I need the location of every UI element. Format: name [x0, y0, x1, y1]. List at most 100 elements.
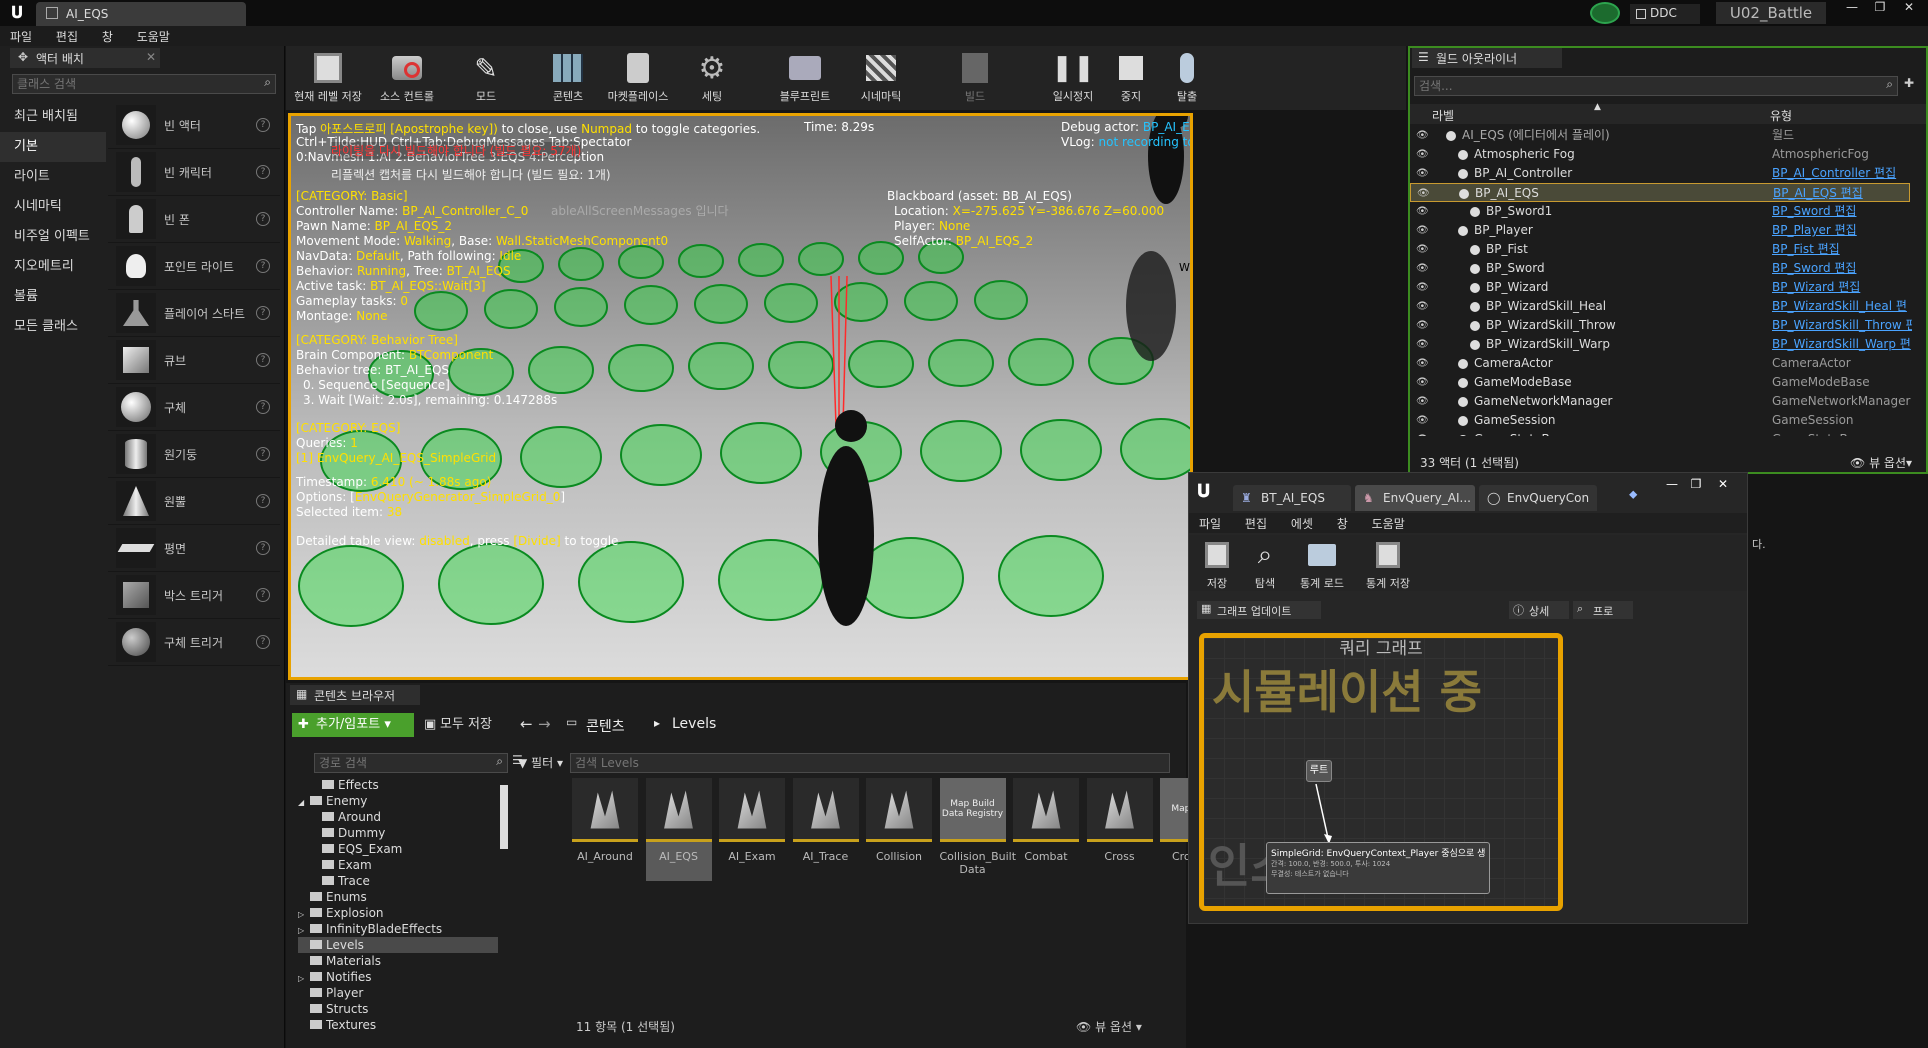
visibility-eye-icon[interactable]: 👁	[1416, 316, 1429, 335]
panel-close-icon[interactable]: ✕	[146, 50, 156, 64]
outliner-row[interactable]: 👁 GameNetworkManager GameNetworkManager	[1410, 392, 1910, 411]
menu-help[interactable]: 도움말	[1362, 513, 1415, 534]
tab-envquery-context[interactable]: ◯ EnvQueryCon	[1479, 485, 1597, 511]
folder-tree-item[interactable]: Dummy	[298, 825, 498, 841]
path-root[interactable]: 콘텐츠	[586, 716, 625, 736]
close-button[interactable]: ✕	[1894, 0, 1924, 18]
place-panel-tab[interactable]: ✥ 액터 배치 ✕	[10, 48, 160, 68]
asset-tile[interactable]: Map Build Data Registry Collision_Built D…	[939, 778, 1016, 876]
menu-file[interactable]: 파일	[1189, 513, 1231, 534]
visibility-eye-icon[interactable]: 👁	[1416, 354, 1429, 373]
marketplace-button[interactable]: 마켓플레이스	[600, 50, 676, 108]
asset-tile[interactable]: Combat	[1013, 778, 1079, 863]
visibility-eye-icon[interactable]: 👁	[1416, 411, 1429, 430]
path-search-box[interactable]: ⌕	[314, 753, 508, 773]
actor-box-trigger[interactable]: 박스 트리거?	[108, 572, 280, 619]
category-basic[interactable]: 기본	[0, 132, 106, 162]
visibility-eye-icon[interactable]: 👁	[1416, 202, 1429, 221]
folder-tree-item[interactable]: ▷ InfinityBladeEffects	[298, 921, 498, 937]
visibility-eye-icon[interactable]: 👁	[1416, 240, 1429, 259]
folder-tree-item[interactable]: Around	[298, 809, 498, 825]
outliner-row[interactable]: 👁 BP_Player BP_Player 편집	[1410, 221, 1910, 240]
cb-view-options[interactable]: 👁 뷰 옵션 ▾	[1076, 1018, 1142, 1035]
source-control-button[interactable]: 소스 컨트롤	[372, 50, 442, 108]
outliner-row[interactable]: 👁 BP_WizardSkill_Throw BP_WizardSkill_Thro…	[1410, 316, 1912, 335]
visibility-eye-icon[interactable]: 👁	[1416, 126, 1429, 145]
help-icon[interactable]: ?	[256, 212, 270, 226]
actor-cone[interactable]: 원뿔?	[108, 478, 280, 525]
category-volumes[interactable]: 볼륨	[0, 282, 106, 312]
maximize-button[interactable]: ❐	[1685, 477, 1707, 493]
back-arrow-icon[interactable]: ←	[520, 715, 533, 733]
outliner-row[interactable]: 👁 BP_AI_EQS BP_AI_EQS 편집	[1410, 183, 1910, 202]
visibility-eye-icon[interactable]: 👁	[1416, 430, 1429, 436]
outliner-row[interactable]: 👁 GameSession GameSession	[1410, 411, 1910, 430]
category-geometry[interactable]: 지오메트리	[0, 252, 106, 282]
folder-tree-item[interactable]: Structs	[298, 1001, 498, 1017]
visibility-eye-icon[interactable]: 👁	[1416, 392, 1429, 411]
folder-tree-item[interactable]: Exam	[298, 857, 498, 873]
visibility-eye-icon[interactable]: 👁	[1416, 297, 1429, 316]
stop-button[interactable]: 중지	[1106, 50, 1156, 108]
actor-point-light[interactable]: 포인트 라이트?	[108, 243, 280, 290]
pause-button[interactable]: ❚❚ 일시정지	[1044, 50, 1102, 108]
actor-cube[interactable]: 큐브?	[108, 337, 280, 384]
help-icon[interactable]: ?	[256, 635, 270, 649]
visibility-eye-icon[interactable]: 👁	[1416, 164, 1429, 183]
outliner-row[interactable]: 👁 BP_Sword BP_Sword 편집	[1410, 259, 1910, 278]
outliner-row-type[interactable]: BP_Sword 편집	[1772, 202, 1912, 221]
actor-empty-actor[interactable]: 빈 액터?	[108, 102, 280, 149]
outliner-row[interactable]: 👁 Atmospheric Fog AtmosphericFog	[1410, 145, 1910, 164]
generator-node[interactable]: SimpleGrid: EnvQueryContext_Player 중심으로 …	[1266, 842, 1490, 894]
path-current[interactable]: Levels	[672, 716, 716, 732]
level-viewport[interactable]: Tap 아포스트로피 [Apostrophe key]) to close, u…	[288, 113, 1193, 680]
outliner-row[interactable]: 👁 BP_Sword1 BP_Sword 편집	[1410, 202, 1910, 221]
visibility-eye-icon[interactable]: 👁	[1416, 221, 1429, 240]
query-graph[interactable]: 쿼리 그래프 시뮬레이션 중 인스턴트 루트 SimpleGrid: EnvQu…	[1199, 633, 1563, 911]
help-icon[interactable]: ?	[256, 447, 270, 461]
outliner-row-type[interactable]: BP_WizardSkill_Heal 편	[1772, 297, 1912, 316]
asset-search-box[interactable]	[570, 753, 1170, 773]
outliner-row[interactable]: 👁 BP_Fist BP_Fist 편집	[1410, 240, 1910, 259]
tab-bt-ai-eqs[interactable]: ♜ BT_AI_EQS	[1233, 485, 1351, 511]
graph-tab[interactable]: ▦ 그래프 업데이트	[1197, 601, 1321, 619]
menu-window[interactable]: 창	[1327, 513, 1358, 534]
folder-tree-item[interactable]: ▷ Notifies	[298, 969, 498, 985]
menu-asset[interactable]: 에셋	[1281, 513, 1323, 534]
asset-tile[interactable]: AI_EQS	[645, 778, 712, 881]
class-search-input[interactable]	[13, 75, 249, 93]
category-visual-effects[interactable]: 비주얼 이펙트	[0, 222, 106, 252]
add-filter-icon[interactable]: ✚	[1904, 76, 1914, 90]
cinematics-button[interactable]: 시네마틱	[848, 50, 914, 108]
category-all-classes[interactable]: 모든 클래스	[0, 312, 106, 342]
outliner-search-box[interactable]: ⌕	[1414, 76, 1898, 96]
outliner-row-type[interactable]: BP_AI_Controller 편집	[1772, 164, 1912, 183]
outliner-row[interactable]: 👁 BP_AI_Controller BP_AI_Controller 편집	[1410, 164, 1910, 183]
actor-sphere[interactable]: 구체?	[108, 384, 280, 431]
content-button[interactable]: 콘텐츠	[540, 50, 596, 108]
eqs-save-button[interactable]: 저장	[1197, 537, 1237, 595]
minimize-button[interactable]: —	[1838, 0, 1866, 18]
asset-tile[interactable]: AI_Around	[572, 778, 638, 863]
menu-window[interactable]: 창	[92, 26, 123, 47]
outliner-row[interactable]: 👁 CameraActor CameraActor	[1410, 354, 1910, 373]
modes-button[interactable]: ✎ 모드	[458, 50, 514, 108]
help-icon[interactable]: ?	[256, 400, 270, 414]
visibility-eye-icon[interactable]: 👁	[1416, 373, 1429, 392]
level-tab[interactable]: AI_EQS	[36, 2, 246, 26]
tree-scrollbar[interactable]	[500, 785, 508, 849]
folder-tree-item[interactable]: Materials	[298, 953, 498, 969]
outliner-row[interactable]: 👁 GameModeBase GameModeBase	[1410, 373, 1910, 392]
outliner-row-type[interactable]: BP_WizardSkill_Throw 편	[1772, 316, 1912, 335]
asset-tile[interactable]: AI_Exam	[719, 778, 785, 863]
folder-tree-item[interactable]: ▷ Explosion	[298, 905, 498, 921]
help-icon[interactable]: ?	[256, 541, 270, 555]
folder-tree-item[interactable]: Player	[298, 985, 498, 1001]
asset-tile[interactable]: AI_Trace	[792, 778, 859, 863]
help-icon[interactable]: ?	[256, 494, 270, 508]
help-icon[interactable]: ?	[256, 118, 270, 132]
actor-sphere-trigger[interactable]: 구체 트리거?	[108, 619, 280, 666]
outliner-view-options[interactable]: 👁 뷰 옵션▾	[1850, 454, 1912, 471]
folder-tree-item[interactable]: Effects	[298, 777, 498, 793]
blueprints-button[interactable]: 블루프린트	[770, 50, 840, 108]
